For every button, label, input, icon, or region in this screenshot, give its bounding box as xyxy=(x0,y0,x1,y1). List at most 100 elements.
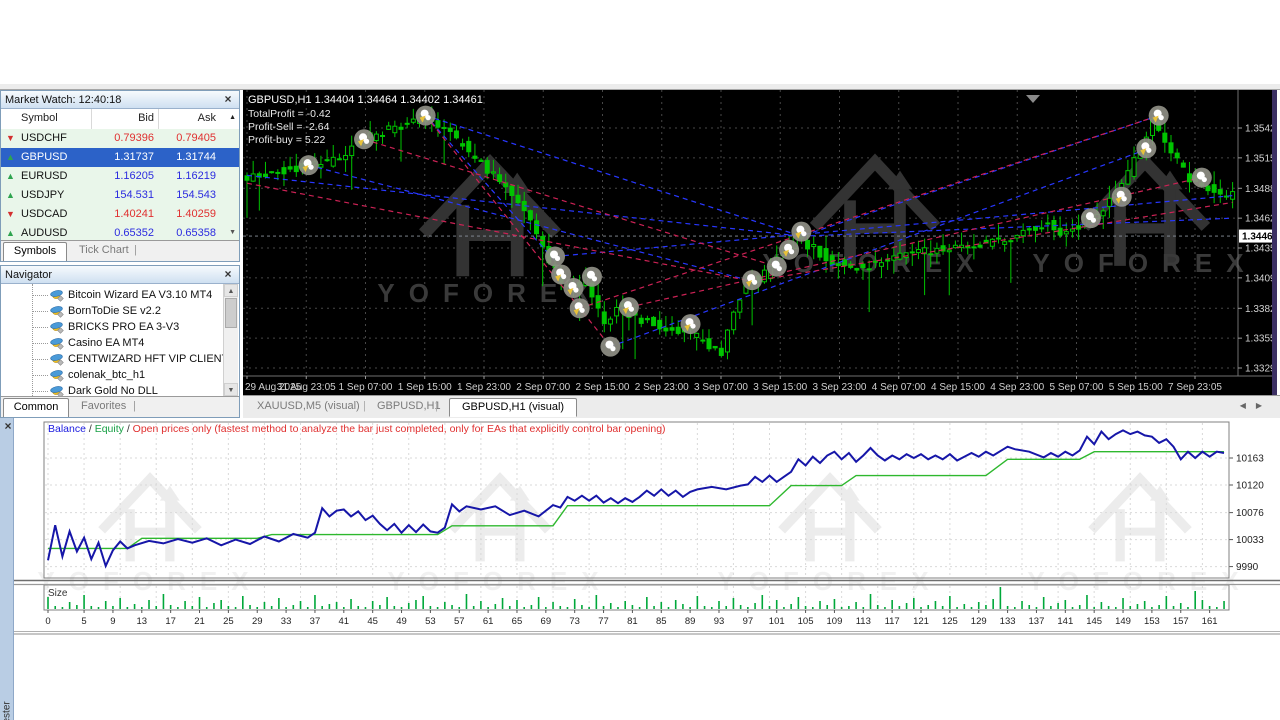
trade-marker xyxy=(779,240,799,260)
tester-x-label: 65 xyxy=(512,616,523,627)
time-tick-label: 2 Sep 07:00 xyxy=(516,382,570,393)
tester-x-label: 105 xyxy=(798,616,814,627)
ask-cell: 1.40259 xyxy=(161,208,216,220)
chart-tab-bar: XAUUSD,M5 (visual)|GBPUSD,H1|GBPUSD,H1 (… xyxy=(243,395,1280,418)
chart-tab-active[interactable]: GBPUSD,H1 (visual) xyxy=(449,398,577,417)
tester-side-strip[interactable]: × Tester xyxy=(0,418,14,720)
trade-marker xyxy=(681,314,701,334)
market-watch-row[interactable]: ▼USDCAD1.402411.40259 xyxy=(1,205,239,224)
tester-x-label: 73 xyxy=(569,616,580,627)
tab-left-icon: ◀ xyxy=(1240,401,1256,410)
scroll-down-icon[interactable]: ▼ xyxy=(224,383,238,396)
market-watch-row[interactable]: ▲USDJPY154.531154.543 xyxy=(1,186,239,205)
trade-marker xyxy=(582,267,602,287)
tester-x-label: 81 xyxy=(627,616,638,627)
nav-item[interactable]: CENTWIZARD HFT VIP CLIENT_ xyxy=(2,351,238,367)
tester-x-label: 149 xyxy=(1115,616,1131,627)
time-tick-label: 4 Sep 23:00 xyxy=(990,382,1044,393)
scroll-down-icon[interactable]: ▼ xyxy=(229,229,236,236)
trade-marker xyxy=(1149,106,1169,126)
scroll-up-icon[interactable]: ▲ xyxy=(224,284,238,297)
tab-scroll-arrows[interactable]: ◀▶ xyxy=(1240,401,1272,410)
column-ask: Ask xyxy=(161,112,216,124)
tester-x-label: 69 xyxy=(541,616,552,627)
tab-common[interactable]: Common xyxy=(3,398,69,417)
time-tick-label: 3 Sep 15:00 xyxy=(753,382,807,393)
market-watch-row[interactable]: ▼USDCHF0.793960.79405 xyxy=(1,129,239,148)
symbol-cell: USDJPY xyxy=(21,189,64,201)
symbol-cell: USDCHF xyxy=(21,132,67,144)
chart-header: GBPUSD,H1 1.34404 1.34464 1.34402 1.3446… xyxy=(248,94,483,106)
tester-x-label: 17 xyxy=(165,616,176,627)
tree-guide-stub xyxy=(32,343,48,344)
nav-item[interactable]: Dark Gold No DLL xyxy=(2,383,238,396)
column-symbol: Symbol xyxy=(21,112,58,124)
market-watch-panel: Market Watch: 12:40:18 × Symbol Bid Ask … xyxy=(0,90,240,262)
nav-item[interactable]: BRICKS PRO EA 3-V3 xyxy=(2,319,238,335)
market-watch-title: Market Watch: 12:40:18 xyxy=(5,94,221,106)
column-bid: Bid xyxy=(96,112,154,124)
tab-right-icon: ▶ xyxy=(1256,401,1272,410)
symbol-up-icon: ▲ xyxy=(6,152,15,162)
ea-info-line: Profit-Sell = -2.64 xyxy=(248,121,330,133)
application-window: Market Watch: 12:40:18 × Symbol Bid Ask … xyxy=(0,0,1280,720)
bid-cell: 154.531 xyxy=(96,189,154,201)
nav-item[interactable]: Bitcoin Wizard EA V3.10 MT4 xyxy=(2,287,238,303)
bid-cell: 1.31737 xyxy=(96,151,154,163)
market-watch-row[interactable]: ▲EURUSD1.162051.16219 xyxy=(1,167,239,186)
bid-cell: 0.79396 xyxy=(96,132,154,144)
tester-x-label: 161 xyxy=(1202,616,1218,627)
tester-x-label: 25 xyxy=(223,616,234,627)
trade-marker xyxy=(570,298,590,318)
tab-tick-chart[interactable]: Tick Chart xyxy=(79,244,129,256)
close-icon[interactable]: × xyxy=(221,93,235,107)
expert-advisor-icon xyxy=(50,304,64,318)
tester-x-label: 153 xyxy=(1144,616,1160,627)
ea-info-line: TotalProfit = -0.42 xyxy=(248,108,331,120)
tree-guide-stub xyxy=(32,359,48,360)
close-icon[interactable]: × xyxy=(221,268,235,282)
market-watch-header-row: Symbol Bid Ask ▲ xyxy=(1,109,239,130)
chart-tab[interactable]: XAUUSD,M5 (visual) xyxy=(257,400,360,412)
tester-x-label: 13 xyxy=(137,616,148,627)
tester-x-label: 9 xyxy=(110,616,115,627)
nav-item[interactable]: colenak_btc_h1 xyxy=(2,367,238,383)
tester-legend: Balance / Equity / Open prices only (fas… xyxy=(48,423,666,435)
trade-marker xyxy=(354,129,374,149)
market-watch-row[interactable]: ▲GBPUSD1.317371.31744 xyxy=(1,148,239,167)
navigator-scrollbar[interactable]: ▲ ▼ xyxy=(223,284,238,396)
navigator-titlebar[interactable]: Navigator × xyxy=(1,266,239,284)
symbol-up-icon: ▲ xyxy=(6,190,15,200)
nav-item-label: Bitcoin Wizard EA V3.10 MT4 xyxy=(68,289,212,301)
main-chart[interactable]: YOFOREXYOFOREXYOFOREX1.354201.351551.348… xyxy=(243,90,1280,395)
trade-marker xyxy=(545,246,565,266)
size-label: Size xyxy=(48,588,68,599)
scrollbar-thumb[interactable] xyxy=(225,298,237,328)
time-tick-label: 1 Sep 15:00 xyxy=(398,382,452,393)
close-icon[interactable]: × xyxy=(1,420,15,434)
legend-equity: Equity xyxy=(95,423,124,435)
nav-item-label: BRICKS PRO EA 3-V3 xyxy=(68,321,179,333)
tree-guide-stub xyxy=(32,327,48,328)
expert-advisor-icon xyxy=(50,288,64,302)
tester-strip-title: Tester xyxy=(2,649,13,720)
tree-guide-stub xyxy=(32,375,48,376)
tab-symbols[interactable]: Symbols xyxy=(3,242,67,261)
market-watch-titlebar[interactable]: Market Watch: 12:40:18 × xyxy=(1,91,239,109)
time-tick-label: 1 Sep 23:00 xyxy=(457,382,511,393)
scroll-up-icon[interactable]: ▲ xyxy=(229,114,236,121)
time-tick-label: 3 Sep 23:00 xyxy=(813,382,867,393)
ask-cell: 0.79405 xyxy=(161,132,216,144)
chart-window[interactable]: YOFOREXYOFOREXYOFOREX1.354201.351551.348… xyxy=(243,90,1280,395)
chart-tab[interactable]: GBPUSD,H1 xyxy=(377,400,441,412)
nav-item[interactable]: Casino EA MT4 xyxy=(2,335,238,351)
tab-separator: | xyxy=(435,400,438,412)
tester-y-label: 10033 xyxy=(1236,535,1264,546)
nav-item-label: colenak_btc_h1 xyxy=(68,369,145,381)
trade-marker xyxy=(416,106,436,126)
tester-chart[interactable]: YOFOREXYOFOREXYOFOREXYOFOREX101631012010… xyxy=(0,418,1280,635)
nav-item[interactable]: BornToDie SE v2.2 xyxy=(2,303,238,319)
tab-separator: | xyxy=(363,400,366,412)
tab-favorites[interactable]: Favorites xyxy=(81,400,126,412)
tester-x-label: 61 xyxy=(483,616,494,627)
